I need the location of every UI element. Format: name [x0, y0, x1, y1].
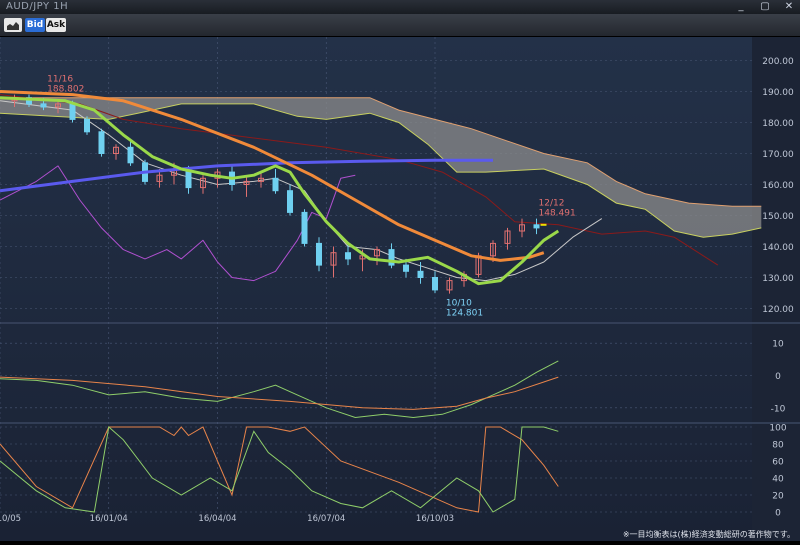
- candle-down: [301, 211, 308, 244]
- area-chart-icon[interactable]: [4, 18, 22, 32]
- price-chart[interactable]: 11/16188.80210/10124.80112/12148.491 200…: [0, 37, 800, 541]
- candle-down: [69, 103, 76, 120]
- y-tick-label: 80: [772, 441, 784, 451]
- x-tick-label: 16/04/04: [198, 514, 236, 524]
- candle-down: [533, 224, 540, 229]
- y-tick-label: 0: [775, 372, 781, 382]
- candle-down: [98, 131, 105, 155]
- y-tick-label: 180.00: [762, 119, 794, 129]
- candle-down: [40, 103, 47, 108]
- annotation-value: 124.801: [446, 309, 483, 319]
- annotation-date: 11/16: [47, 75, 73, 85]
- y-tick-label: 170.00: [762, 150, 794, 160]
- y-tick-label: 160.00: [762, 181, 794, 191]
- y-tick-label: 130.00: [762, 274, 794, 284]
- candle-down: [127, 146, 134, 164]
- y-tick-label: 0: [775, 509, 781, 519]
- y-tick-label: 150.00: [762, 212, 794, 222]
- y-tick-label: 100: [769, 424, 786, 434]
- y-tick-label: 40: [772, 475, 784, 485]
- annotation-date: 12/12: [539, 199, 565, 209]
- chart-area: 11/16 188.802 10/10 124.801 12/12 148.491 200…: [0, 37, 800, 541]
- y-tick-label: 120.00: [762, 305, 794, 315]
- annotation-date: 10/10: [446, 299, 472, 309]
- copyright-note: ※一目均衡表は(株)経済変動総研の著作物です。: [623, 529, 795, 539]
- x-tick-label: 15/10/05: [0, 514, 21, 524]
- annotation-value: 148.491: [539, 209, 576, 219]
- candle-down: [417, 270, 424, 279]
- x-tick-label: 16/10/03: [416, 514, 454, 524]
- annotation-value: 188.802: [47, 85, 84, 95]
- y-tick-label: 200.00: [762, 57, 794, 67]
- candle-down: [403, 264, 409, 272]
- candle-down: [84, 118, 90, 133]
- window-controls: _ ▢ ✕: [734, 1, 796, 12]
- y-tick-label: 10: [772, 340, 784, 350]
- candle-down: [345, 252, 351, 260]
- bid-toggle-button[interactable]: Bid: [25, 18, 45, 32]
- x-tick-label: 16/07/04: [307, 514, 345, 524]
- y-tick-label: 60: [772, 458, 784, 468]
- y-tick-label: -10: [771, 404, 786, 414]
- title-bar: AUD/JPY 1H _ ▢ ✕: [0, 0, 800, 15]
- x-tick-label: 16/01/04: [90, 514, 128, 524]
- y-tick-label: 190.00: [762, 88, 794, 98]
- candle-down: [316, 242, 322, 266]
- toolbar: Bid Ask: [0, 14, 800, 37]
- ask-toggle-button[interactable]: Ask: [46, 18, 66, 32]
- candle-down: [432, 277, 438, 291]
- y-tick-label: 20: [772, 492, 784, 502]
- window-title: AUD/JPY 1H: [6, 1, 69, 12]
- candle-down: [287, 190, 293, 213]
- candle-down: [272, 177, 279, 192]
- minimize-button[interactable]: _: [734, 1, 748, 12]
- maximize-button[interactable]: ▢: [758, 1, 772, 12]
- close-button[interactable]: ✕: [782, 1, 796, 12]
- y-tick-label: 140.00: [762, 243, 794, 253]
